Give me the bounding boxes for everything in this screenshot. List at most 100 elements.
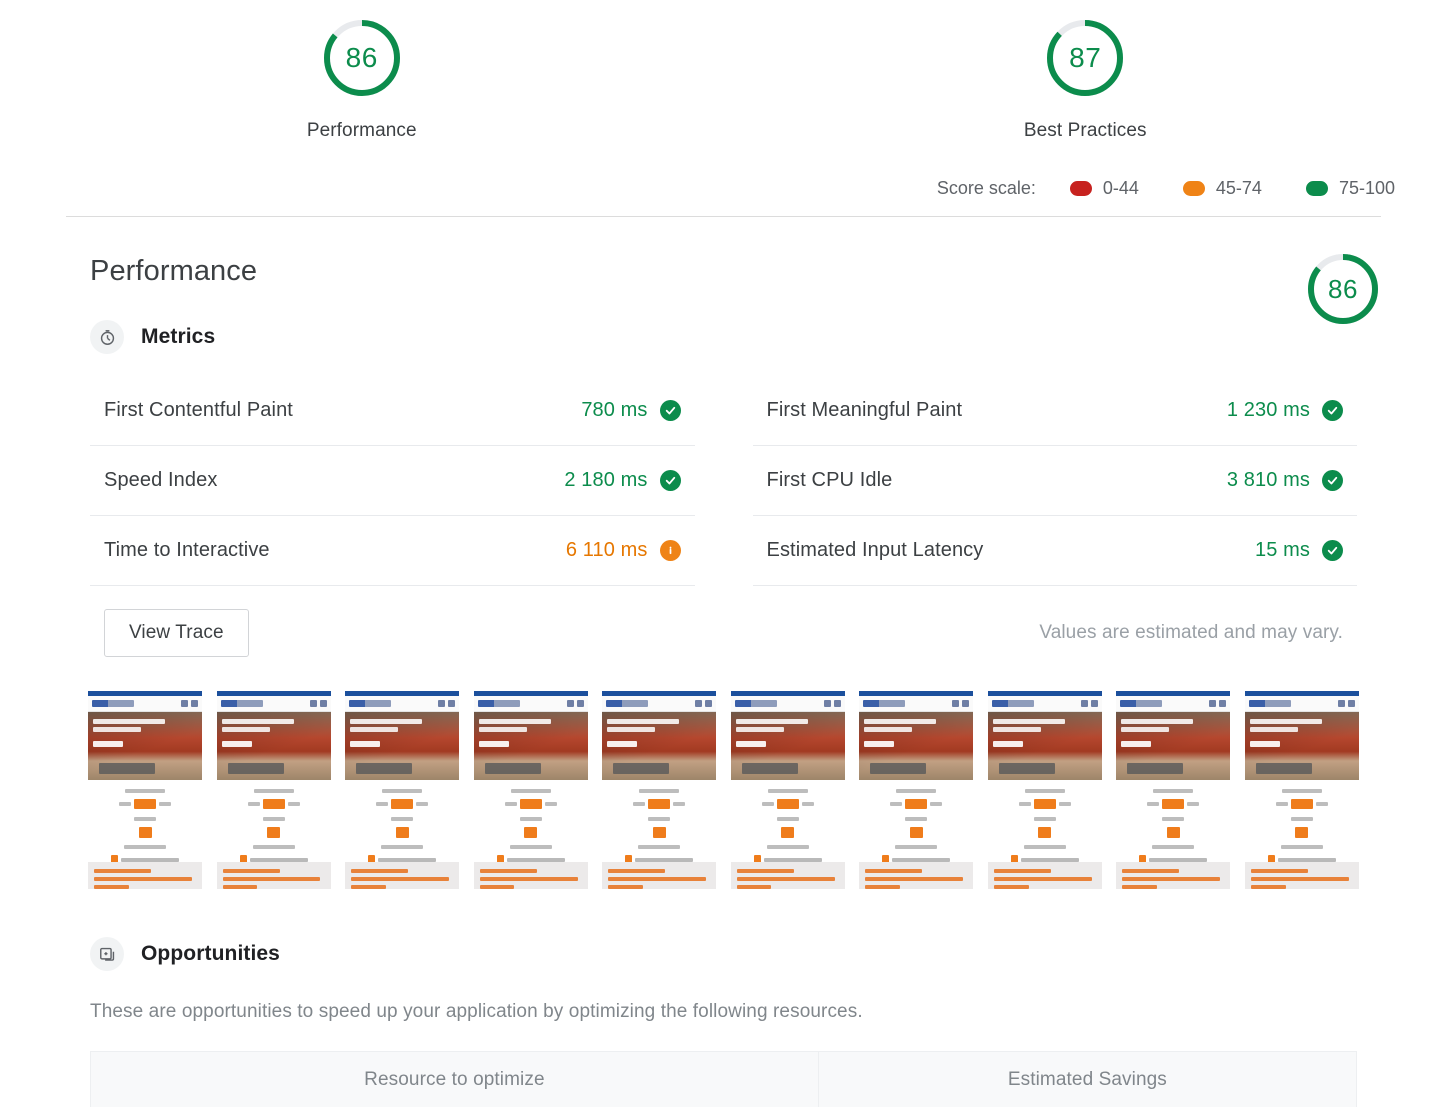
thumb-icon [576,700,584,707]
thumb-text-line [766,845,809,849]
check-circle-icon [1322,470,1343,491]
thumb-highlight-number [391,799,414,809]
thumb-hero-line [221,727,270,732]
metric-row[interactable]: Time to Interactive 6 110 ms [90,516,695,586]
column-header-resource[interactable]: Resource to optimize [91,1052,819,1107]
thumb-hero-line [864,727,913,732]
opportunities-section: Opportunities These are opportunities to… [0,937,1447,1107]
thumb-site-header [602,696,717,712]
thumb-text-line [635,857,694,862]
metric-name: First Contentful Paint [104,399,293,421]
metric-value-group: 1 230 ms [1227,399,1343,422]
thumb-footer-block [730,862,845,889]
thumb-logo [1120,700,1163,707]
thumb-text-line [382,789,423,793]
score-gauge-best-practices[interactable]: 87 Best Practices [724,14,1447,142]
estimated-values-note: Values are estimated and may vary. [1039,622,1343,643]
metric-row[interactable]: Speed Index 2 180 ms [90,446,695,516]
thumb-text-line [1020,857,1079,862]
metric-row[interactable]: First CPU Idle 3 810 ms [752,446,1357,516]
metric-value: 6 110 ms [565,539,648,561]
thumb-logo [220,700,263,707]
thumb-body [730,780,845,864]
thumb-accent-line [1122,869,1180,873]
thumb-accent-line [865,877,964,881]
thumb-text-line [124,845,166,849]
filmstrip-thumbnail[interactable] [345,691,460,889]
thumb-footer-block [345,862,460,889]
view-trace-button[interactable]: View Trace [104,609,249,657]
thumb-hero-button [99,763,155,774]
thumb-price-row [1116,799,1230,809]
thumb-text-line [633,802,646,806]
thumb-footer-block [1244,862,1359,889]
thumb-accent-line [1250,869,1309,873]
thumb-site-header [473,696,588,712]
thumb-site-header [1244,696,1359,712]
thumb-hero-image [602,712,717,780]
score-scale-range-pass: 75-100 [1338,178,1395,198]
metric-row[interactable]: First Contentful Paint 780 ms [90,376,695,446]
filmstrip-thumbnail[interactable] [1116,691,1231,889]
filmstrip-thumbnail[interactable] [859,691,974,889]
thumb-accent-line [736,869,794,873]
filmstrip-thumbnail[interactable] [730,691,845,889]
thumb-text-line [892,857,951,862]
thumb-icon [962,700,970,707]
metric-row[interactable]: Estimated Input Latency 15 ms [752,516,1357,586]
thumb-price-row [602,799,716,809]
thumb-header-icons [952,700,970,707]
metric-value-group: 6 110 ms [566,539,681,562]
thumb-accent-line [993,885,1029,889]
thumb-text-line [1024,789,1065,793]
thumb-text-line [1162,817,1185,821]
thumb-hero-line [735,741,766,747]
thumb-text-line [381,845,424,849]
metric-row[interactable]: First Meaningful Paint 1 230 ms [752,376,1357,446]
metric-value-group: 780 ms [581,399,681,422]
thumb-text-line [1153,789,1194,793]
thumb-header-icons [1337,700,1355,707]
thumb-accent-line [222,869,280,873]
thumb-text-line [1281,789,1322,793]
filmstrip-thumbnail[interactable] [602,691,717,889]
thumb-accent-line [993,877,1092,881]
filmstrip-thumbnail[interactable] [216,691,331,889]
thumb-site-header [345,696,460,712]
thumb-text-line [890,802,903,806]
opportunities-heading-row: Opportunities [90,937,1357,971]
thumb-logo [349,700,392,707]
filmstrip-thumbnail[interactable] [88,691,202,889]
filmstrip-thumbnail[interactable] [987,691,1102,889]
thumb-hero-button [356,763,413,774]
filmstrip-thumbnail[interactable] [473,691,588,889]
thumb-price-row [731,799,845,809]
thumb-text-line [416,802,429,806]
column-header-savings[interactable]: Estimated Savings [819,1052,1356,1107]
thumb-accent-line [1122,877,1221,881]
performance-section: Performance 86 Metrics First Contentful … [0,254,1447,657]
score-scale-range-fail: 0-44 [1102,178,1139,198]
thumb-accent-line [351,885,386,889]
metrics-heading-row: Metrics [90,320,1357,354]
thumb-site-header [987,696,1102,712]
thumb-icon [695,700,703,707]
score-gauge-performance[interactable]: 86 Performance [0,14,724,142]
thumb-hero-line [1249,741,1280,747]
thumb-icon [833,700,841,707]
thumb-site-header [1116,696,1231,712]
thumb-icon [823,700,831,707]
thumb-text-line [134,817,156,821]
thumb-body [216,780,331,864]
section-gauge-performance[interactable]: 86 [1303,249,1383,329]
thumb-highlight-number [652,827,666,838]
score-scale-item-fail: 0-44 [1069,178,1139,199]
thumb-text-line [1275,802,1288,806]
check-circle-icon [1322,400,1343,421]
filmstrip-thumbnail[interactable] [1244,691,1359,889]
thumb-accent-line [1250,885,1286,889]
thumb-hero-button [870,763,927,774]
thumb-icon [1080,700,1088,707]
thumb-logo [991,700,1034,707]
thumb-text-line [249,857,308,862]
